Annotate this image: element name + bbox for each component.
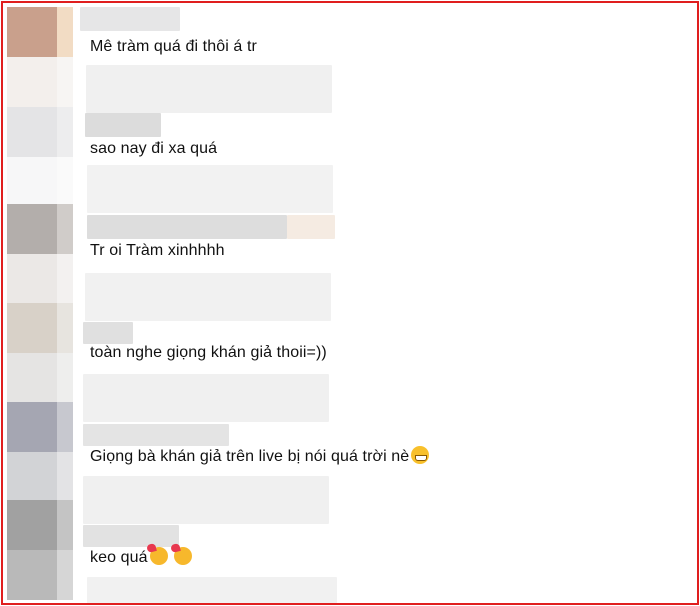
blurred-content xyxy=(87,577,337,603)
blurred-username xyxy=(85,113,161,137)
avatar-shadow xyxy=(7,550,73,600)
avatar[interactable] xyxy=(7,303,73,353)
avatar[interactable] xyxy=(7,402,73,452)
blurred-content xyxy=(83,476,329,524)
smiling-face-with-hearts-emoji xyxy=(149,547,168,565)
avatar-shadow xyxy=(7,157,73,207)
comment-text: keo quá xyxy=(90,547,192,567)
comment-text: Mê tràm quá đi thôi á tr xyxy=(90,38,257,55)
comment-text: toàn nghe giọng khán giả thoii=)) xyxy=(90,344,327,361)
avatar-column xyxy=(7,3,73,603)
blurred-username xyxy=(83,424,229,446)
comment-text-body: keo quá xyxy=(90,549,148,566)
avatar[interactable] xyxy=(7,7,73,57)
blurred-username xyxy=(83,322,133,344)
comments-screenshot-frame: Mê tràm quá đi thôi á tr sao nay đi xa q… xyxy=(1,1,699,605)
grinning-face-emoji xyxy=(411,446,430,464)
comment-text: Giọng bà khán giả trên live bị nói quá t… xyxy=(90,446,430,466)
avatar-shadow xyxy=(7,254,73,304)
blurred-username xyxy=(80,7,180,31)
avatar[interactable] xyxy=(7,107,73,157)
smiling-face-with-hearts-emoji xyxy=(173,547,192,565)
blurred-username xyxy=(83,525,179,547)
blurred-content xyxy=(83,374,329,422)
comment-text: sao nay đi xa quá xyxy=(90,140,218,157)
avatar[interactable] xyxy=(7,500,73,550)
comment-text-body: Giọng bà khán giả trên live bị nói quá t… xyxy=(90,448,410,465)
blurred-content xyxy=(85,273,331,321)
avatar-shadow xyxy=(7,353,73,403)
avatar-shadow xyxy=(7,57,73,107)
blurred-content xyxy=(87,165,333,213)
blurred-username xyxy=(287,215,335,239)
blurred-username xyxy=(87,215,287,239)
avatar-shadow xyxy=(7,452,73,502)
blurred-content xyxy=(86,65,332,113)
avatar[interactable] xyxy=(7,204,73,254)
comment-text: Tr oi Tràm xinhhhh xyxy=(90,242,225,259)
